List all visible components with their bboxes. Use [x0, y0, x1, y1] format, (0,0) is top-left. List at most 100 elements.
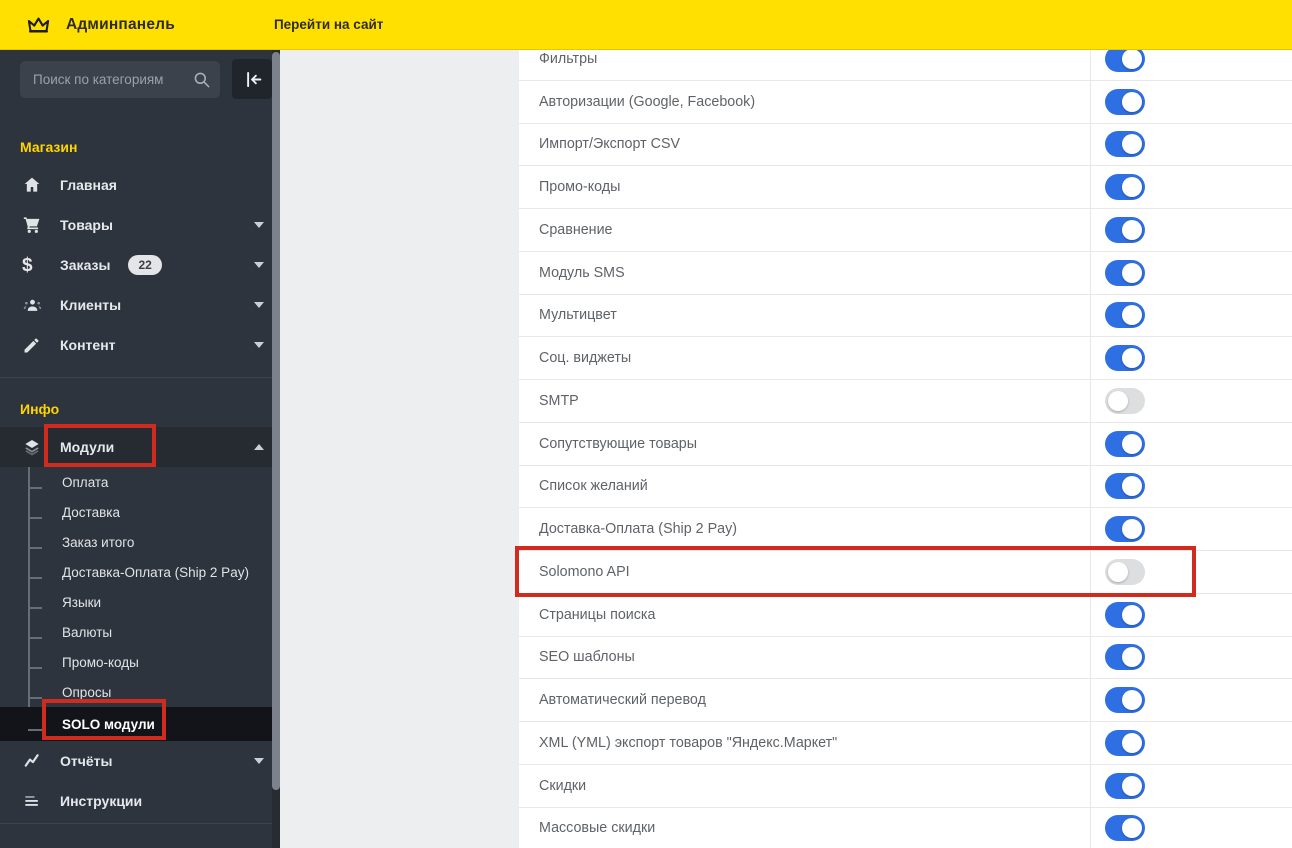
sidebar-subitem[interactable]: Валюты	[0, 617, 280, 647]
module-toggle[interactable]	[1105, 644, 1145, 671]
sidebar-subitem-label: Оплата	[62, 474, 109, 490]
module-toggle[interactable]	[1105, 259, 1145, 286]
sidebar-item-label: Инструкции	[60, 793, 143, 809]
module-toggle[interactable]	[1105, 687, 1145, 714]
sidebar-nav: Магазин Главная Товары $ Заказы 22 Клиенты Конт…	[0, 139, 280, 824]
sidebar-item-instructions[interactable]: Инструкции	[0, 781, 280, 821]
modules-table: Фильтры Авторизации (Google, Facebook) Имп…	[519, 50, 1292, 848]
top-bar: Админпанель Перейти на сайт	[0, 0, 1292, 50]
chevron-down-icon	[254, 758, 264, 764]
module-row: Импорт/Экспорт CSV	[519, 123, 1292, 167]
category-search	[20, 60, 220, 98]
toggle-knob	[1122, 348, 1142, 369]
sidebar-subitem[interactable]: Доставка-Оплата (Ship 2 Pay)	[0, 557, 280, 587]
module-toggle[interactable]	[1105, 131, 1145, 158]
search-input[interactable]	[20, 60, 220, 98]
layers-icon	[22, 437, 60, 457]
sidebar-item-label: Заказы	[60, 257, 111, 273]
module-row: Промо-коды	[519, 166, 1292, 209]
sidebar-subitem-label: Доставка	[62, 504, 120, 520]
module-toggle[interactable]	[1105, 558, 1145, 585]
module-toggle[interactable]	[1105, 516, 1145, 543]
sidebar-subitem[interactable]: Заказ итого	[0, 527, 280, 557]
sidebar-subitem-label: Опросы	[62, 684, 112, 700]
module-label: Массовые скидки	[539, 820, 656, 837]
sidebar-subitem[interactable]: SOLO модули	[0, 707, 280, 741]
sidebar-subitem[interactable]: Языки	[0, 587, 280, 617]
list-icon	[22, 791, 60, 811]
sidebar-item-label: Главная	[60, 177, 117, 193]
module-toggle[interactable]	[1105, 50, 1145, 72]
sidebar-item-modules[interactable]: Модули	[0, 427, 280, 467]
sidebar-section-heading: Инфо	[20, 401, 60, 417]
module-label: SMTP	[539, 392, 579, 409]
sidebar-scrollbar-thumb[interactable]	[272, 52, 280, 790]
module-label: Список желаний	[539, 478, 648, 495]
sidebar-item-orders[interactable]: $ Заказы 22	[0, 245, 280, 285]
toggle-knob	[1122, 604, 1142, 625]
module-label: Импорт/Экспорт CSV	[539, 136, 681, 153]
module-toggle[interactable]	[1105, 473, 1145, 500]
sidebar-subitem[interactable]: Промо-коды	[0, 647, 280, 677]
toggle-knob	[1122, 433, 1142, 454]
module-row: Страницы поиска	[519, 593, 1292, 637]
sidebar-subitem[interactable]: Опросы	[0, 677, 280, 707]
module-row: Мультицвет	[519, 294, 1292, 338]
toggle-knob	[1122, 818, 1142, 839]
toggle-knob	[1122, 775, 1142, 796]
module-label: Скидки	[539, 777, 587, 794]
module-toggle[interactable]	[1105, 729, 1145, 756]
module-label: Соц. виджеты	[539, 350, 632, 367]
module-row: SEO шаблоны	[519, 636, 1292, 680]
chevron-down-icon	[254, 262, 264, 268]
module-row: SMTP	[519, 380, 1292, 423]
sidebar: Магазин Главная Товары $ Заказы 22 Клиенты Конт…	[0, 50, 280, 848]
module-toggle[interactable]	[1105, 345, 1145, 372]
module-row: Solomono API	[519, 551, 1292, 594]
dollar-icon: $	[22, 254, 33, 276]
module-row: Доставка-Оплата (Ship 2 Pay)	[519, 508, 1292, 551]
crown-logo-icon	[25, 13, 52, 37]
module-toggle[interactable]	[1105, 772, 1145, 799]
module-toggle[interactable]	[1105, 815, 1145, 842]
sidebar-subitem-label: Заказ итого	[62, 534, 135, 550]
sidebar-subitem-label: Валюты	[62, 624, 113, 640]
module-toggle[interactable]	[1105, 174, 1145, 201]
module-toggle[interactable]	[1105, 216, 1145, 243]
sidebar-item-label: Товары	[60, 217, 113, 233]
module-label: Страницы поиска	[539, 606, 656, 623]
module-label: Сравнение	[539, 221, 613, 238]
module-toggle[interactable]	[1105, 302, 1145, 329]
chevron-down-icon	[254, 342, 264, 348]
sidebar-item-content[interactable]: Контент	[0, 325, 280, 365]
table-column-divider	[1090, 50, 1091, 848]
sidebar-subitem[interactable]: Доставка	[0, 497, 280, 527]
module-row: Сравнение	[519, 209, 1292, 252]
module-row: Список желаний	[519, 465, 1292, 509]
chevron-down-icon	[254, 302, 264, 308]
sidebar-item-products[interactable]: Товары	[0, 205, 280, 245]
module-toggle[interactable]	[1105, 88, 1145, 115]
sidebar-item-label: Контент	[60, 337, 116, 353]
sidebar-collapse-button[interactable]	[232, 59, 272, 99]
toggle-knob	[1122, 177, 1142, 198]
sidebar-item-customers[interactable]: Клиенты	[0, 285, 280, 325]
sidebar-subitem[interactable]: Оплата	[0, 467, 280, 497]
go-to-site-link[interactable]: Перейти на сайт	[274, 17, 383, 32]
toggle-knob	[1108, 561, 1128, 582]
module-toggle[interactable]	[1105, 601, 1145, 628]
toggle-knob	[1122, 50, 1142, 69]
module-label: Модуль SMS	[539, 264, 625, 281]
sidebar-item-reports[interactable]: Отчёты	[0, 741, 280, 781]
sidebar-item-label: Модули	[60, 439, 115, 455]
chart-icon	[22, 751, 60, 771]
module-toggle[interactable]	[1105, 430, 1145, 457]
module-label: Мультицвет	[539, 307, 617, 324]
module-toggle[interactable]	[1105, 387, 1145, 414]
sidebar-section-heading: Магазин	[20, 139, 78, 155]
search-icon	[192, 70, 211, 89]
module-label: Доставка-Оплата (Ship 2 Pay)	[539, 521, 737, 538]
toggle-knob	[1108, 390, 1128, 411]
module-row: Авторизации (Google, Facebook)	[519, 80, 1292, 124]
sidebar-item-home[interactable]: Главная	[0, 165, 280, 205]
